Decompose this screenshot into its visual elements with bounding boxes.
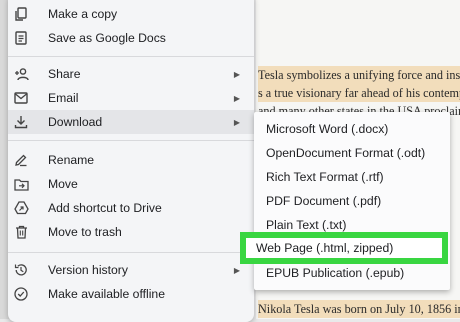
- download-option-epub[interactable]: EPUB Publication (.epub): [266, 262, 404, 284]
- menu-item-label: Version history: [48, 263, 128, 277]
- trash-icon: [13, 224, 29, 240]
- download-option-odt[interactable]: OpenDocument Format (.odt): [266, 142, 425, 164]
- menu-item-label: Move: [48, 177, 78, 191]
- menu-item-make-available-offline[interactable]: Make available offline: [8, 282, 254, 306]
- menu-item-download[interactable]: Download ▶: [8, 110, 254, 134]
- mail-icon: [13, 90, 29, 106]
- submenu-arrow-icon: ▶: [233, 265, 240, 275]
- menu-divider: [8, 252, 254, 253]
- submenu-arrow-icon: ▶: [233, 69, 240, 79]
- menu-item-email[interactable]: Email ▶: [8, 86, 254, 110]
- menu-item-label: Rename: [48, 153, 95, 167]
- menu-divider: [8, 56, 254, 57]
- menu-item-label: Move to trash: [48, 225, 122, 239]
- document-line: Tesla symbolizes a unifying force and in…: [258, 66, 460, 84]
- download-option-rtf[interactable]: Rich Text Format (.rtf): [266, 166, 384, 188]
- download-option-txt[interactable]: Plain Text (.txt): [266, 214, 346, 236]
- menu-item-rename[interactable]: Rename: [8, 148, 254, 172]
- menu-item-make-a-copy[interactable]: Make a copy: [8, 2, 254, 26]
- menu-item-share[interactable]: Share ▶: [8, 62, 254, 86]
- offline-icon: [13, 286, 29, 302]
- rename-icon: [13, 152, 29, 168]
- menu-item-label: Download: [48, 115, 103, 129]
- docs-icon: [13, 30, 29, 46]
- menu-item-version-history[interactable]: Version history ▶: [8, 258, 254, 282]
- download-option-html-zipped[interactable]: Web Page (.html, zipped): [256, 237, 393, 259]
- submenu-arrow-icon: ▶: [233, 93, 240, 103]
- copy-icon: [13, 6, 29, 22]
- download-option-pdf[interactable]: PDF Document (.pdf): [266, 190, 381, 212]
- drive-shortcut-icon: [13, 200, 29, 216]
- menu-item-label: Make available offline: [48, 287, 165, 301]
- menu-item-label: Save as Google Docs: [48, 31, 166, 45]
- history-icon: [13, 262, 29, 278]
- menu-item-label: Make a copy: [48, 7, 118, 21]
- person-add-icon: [13, 66, 29, 82]
- menu-item-label: Share: [48, 67, 81, 81]
- menu-item-save-as-google-docs[interactable]: Save as Google Docs: [8, 26, 254, 50]
- menu-item-label: Add shortcut to Drive: [48, 201, 162, 215]
- menu-item-move[interactable]: Move: [8, 172, 254, 196]
- menu-item-add-shortcut-to-drive[interactable]: Add shortcut to Drive: [8, 196, 254, 220]
- submenu-arrow-icon: ▶: [233, 117, 240, 127]
- menu-item-move-to-trash[interactable]: Move to trash: [8, 220, 254, 244]
- menu-divider: [8, 140, 254, 141]
- document-line: s a true visionary far ahead of his cont…: [258, 84, 460, 102]
- download-option-docx[interactable]: Microsoft Word (.docx): [266, 118, 388, 140]
- download-icon: [13, 114, 29, 130]
- document-line: Nikola Tesla was born on July 10, 1856 i…: [258, 300, 460, 318]
- menu-item-label: Email: [48, 91, 79, 105]
- folder-move-icon: [13, 176, 29, 192]
